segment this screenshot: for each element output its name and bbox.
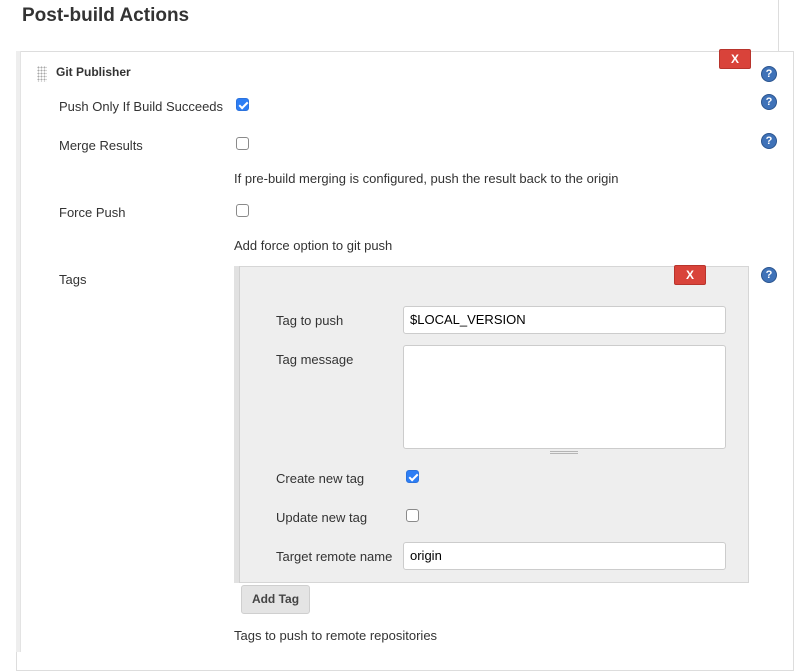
tags-help-icon[interactable]: ? (761, 267, 777, 283)
publisher-left-bar (16, 51, 21, 652)
push-only-help-icon[interactable]: ? (761, 94, 777, 110)
merge-results-checkbox[interactable] (236, 137, 249, 150)
push-only-checkbox[interactable] (236, 98, 249, 111)
add-tag-button[interactable]: Add Tag (241, 585, 310, 614)
merge-results-label: Merge Results (59, 138, 143, 153)
section-title: Post-build Actions (22, 5, 190, 26)
delete-tag-button[interactable]: X (674, 265, 706, 285)
target-remote-name-input[interactable]: origin (403, 542, 726, 570)
drag-handle-icon[interactable] (37, 66, 47, 82)
push-only-label: Push Only If Build Succeeds (59, 99, 224, 114)
update-new-tag-label: Update new tag (276, 510, 368, 525)
publisher-help-icon[interactable]: ? (761, 66, 777, 82)
target-remote-name-label: Target remote name (276, 549, 393, 564)
tag-message-label: Tag message (276, 352, 354, 367)
create-new-tag-checkbox[interactable] (406, 470, 419, 483)
publisher-title: Git Publisher (56, 65, 131, 79)
tags-label: Tags (59, 272, 87, 287)
tag-panel-left-bar (234, 266, 240, 583)
delete-publisher-button[interactable]: X (719, 49, 751, 69)
tag-message-textarea[interactable] (403, 345, 726, 449)
tag-to-push-label: Tag to push (276, 313, 344, 328)
tags-description: Tags to push to remote repositories (234, 628, 438, 643)
force-push-description: Add force option to git push (234, 238, 393, 253)
tag-to-push-input[interactable]: $LOCAL_VERSION (403, 306, 726, 334)
merge-results-help-icon[interactable]: ? (761, 133, 777, 149)
force-push-checkbox[interactable] (236, 204, 249, 217)
update-new-tag-checkbox[interactable] (406, 509, 419, 522)
textarea-resize-handle[interactable] (550, 451, 578, 454)
force-push-label: Force Push (59, 205, 126, 220)
create-new-tag-label: Create new tag (276, 471, 365, 486)
merge-results-description: If pre-build merging is configured, push… (234, 171, 619, 186)
